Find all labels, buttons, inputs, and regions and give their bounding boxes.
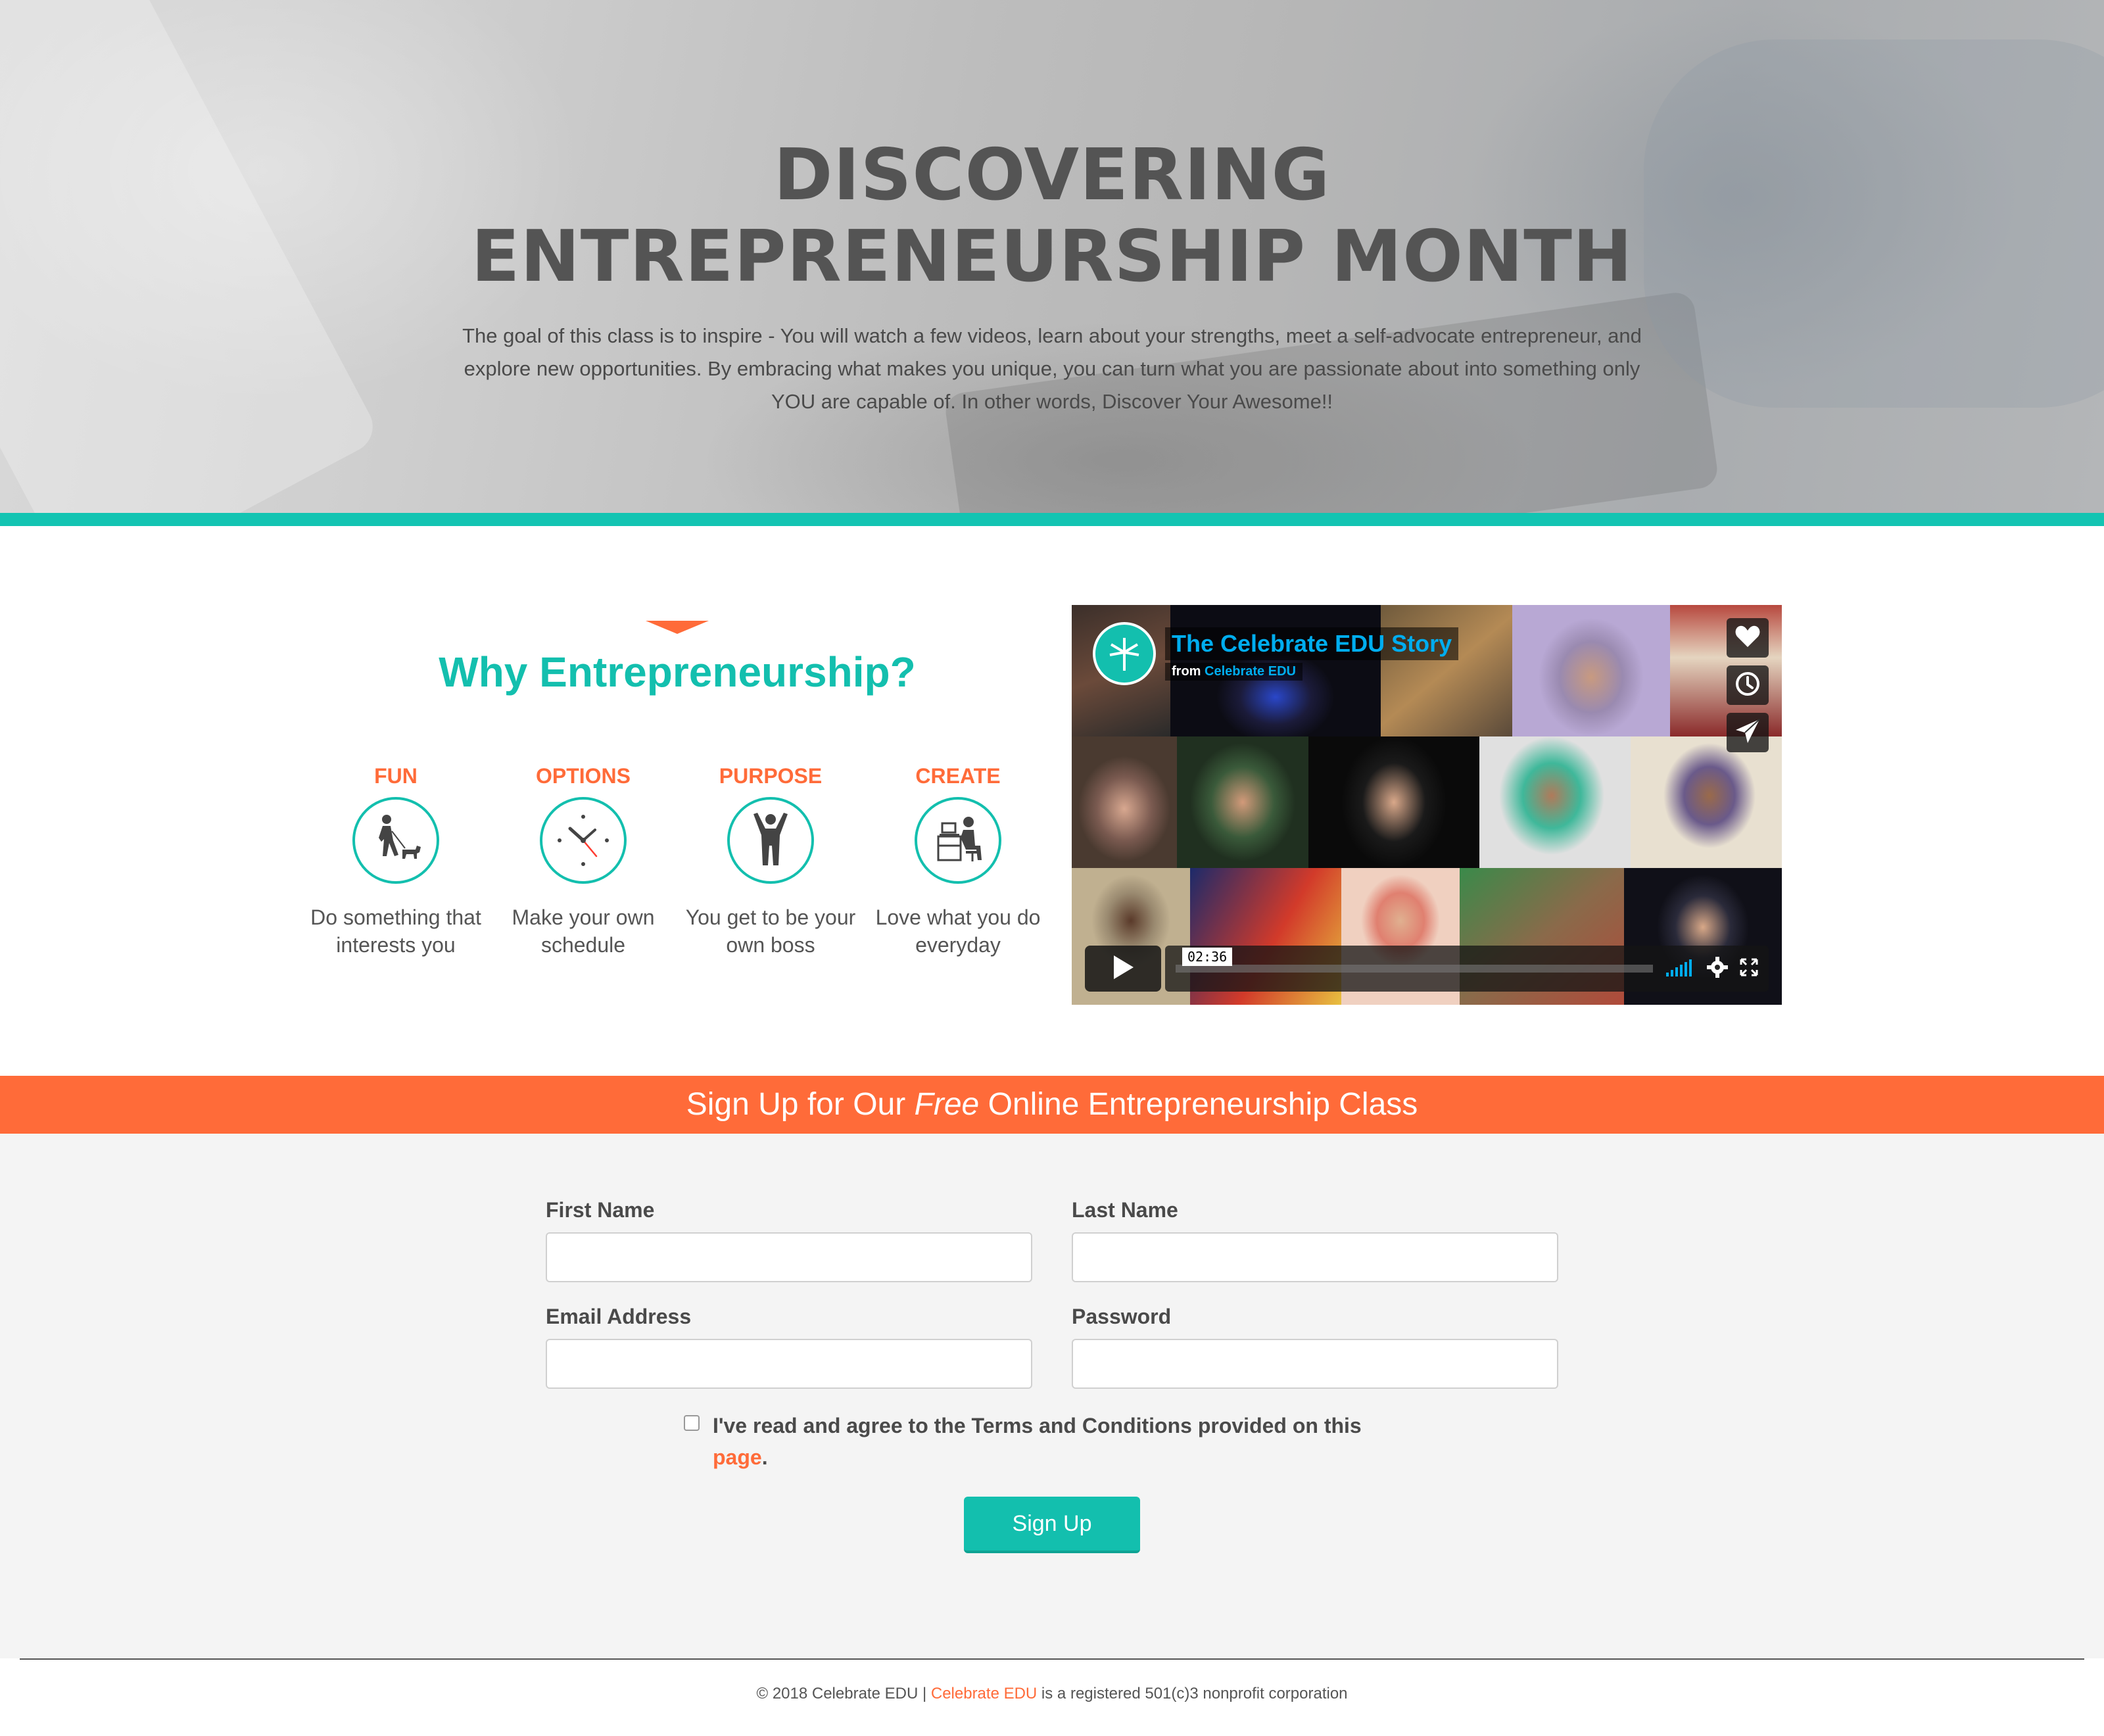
play-icon [1111,954,1135,984]
video-header: The Celebrate EDU Story from Celebrate E… [1093,618,1459,689]
terms-end: . [761,1445,768,1469]
video-player[interactable]: The Celebrate EDU Story from Celebrate E… [1072,605,1782,1005]
feature-text: Make your own schedule [512,905,655,957]
heart-icon [1734,625,1761,652]
first-name-group: First Name [546,1197,1032,1282]
clock-icon [1734,671,1761,700]
video-title-link[interactable]: The Celebrate EDU Story [1165,627,1459,660]
password-input[interactable] [1072,1339,1558,1389]
email-label: Email Address [546,1305,692,1328]
email-group: Email Address [546,1303,1032,1389]
feature-text: Love what you do everyday [875,905,1041,957]
video-collage-tile [1631,736,1782,868]
last-name-group: Last Name [1072,1197,1558,1282]
terms-agreement: I've read and agree to the Terms and Con… [684,1410,1407,1473]
video-channel-link[interactable]: Celebrate EDU [1205,664,1296,679]
feature-label: PURPOSE [719,764,823,788]
first-name-input[interactable] [546,1232,1032,1282]
fullscreen-icon[interactable] [1740,958,1758,980]
settings-icon[interactable] [1707,956,1728,981]
watch-later-button[interactable] [1727,665,1769,705]
hero-title: DISCOVERING ENTREPRENEURSHIP MONTH [0,135,2104,298]
terms-checkbox[interactable] [684,1415,700,1431]
why-title: Why Entrepreneurship? [439,648,916,696]
person-arms-raised-icon [727,797,814,884]
volume-icon[interactable] [1666,958,1695,980]
feature-options: OPTIONS Make your own schedule [491,763,675,959]
play-button[interactable] [1085,946,1161,992]
hero-title-line2: ENTREPRENEURSHIP MONTH [471,216,1633,298]
hero-section: DISCOVERING ENTREPRENEURSHIP MONTH The g… [0,0,2104,513]
feature-create: CREATE Love what you do everyday [866,763,1050,959]
feature-text: You get to be your own boss [685,905,856,957]
video-duration: 02:36 [1182,948,1233,966]
banner-text-free: Free [914,1087,980,1122]
video-collage-tile [1177,736,1308,868]
terms-statement: I've read and agree to the Terms and Con… [713,1414,1362,1437]
footer-divider [20,1658,2084,1660]
celebrate-edu-logo-icon[interactable] [1093,622,1156,685]
video-collage-tile [1072,736,1177,868]
terms-text: I've read and agree to the Terms and Con… [713,1410,1407,1473]
password-group: Password [1072,1303,1558,1389]
person-at-desk-icon [915,797,1001,884]
password-label: Password [1072,1305,1172,1328]
hero-description: The goal of this class is to inspire - Y… [462,324,1642,413]
clock-icon [540,797,627,884]
signup-form [0,1134,2104,1658]
video-from-line: from Celebrate EDU [1165,662,1303,681]
footer-suffix: is a registered 501(c)3 nonprofit corpor… [1037,1685,1348,1702]
video-collage-tile [1479,736,1631,868]
video-progress-track[interactable]: 02:36 [1176,948,1653,973]
video-controls: 02:36 [1085,946,1769,992]
feature-label: CREATE [915,764,1001,788]
video-collage-tile [1308,736,1479,868]
feature-text: Do something that interests you [310,905,481,957]
share-button[interactable] [1727,713,1769,752]
like-button[interactable] [1727,618,1769,658]
footer-brand-link[interactable]: Celebrate EDU [931,1685,1037,1702]
banner-text-post: Online Entrepreneurship Class [979,1087,1418,1122]
send-icon [1734,718,1761,748]
first-name-label: First Name [546,1198,655,1222]
video-control-icons [1666,956,1758,981]
feature-fun: FUN Do something that interests you [304,763,488,959]
hero-title-line1: DISCOVERING [773,134,1331,216]
hero-accent-bar [0,513,2104,526]
section-arrow-marker [646,621,709,634]
terms-page-link[interactable]: page [713,1445,762,1469]
banner-text-pre: Sign Up for Our [686,1087,915,1122]
last-name-input[interactable] [1072,1232,1558,1282]
person-walking-dog-icon [352,797,439,884]
video-progress-area: 02:36 [1165,946,1769,992]
video-collage-tile [1512,605,1670,736]
last-name-label: Last Name [1072,1198,1178,1222]
video-from-prefix: from [1172,663,1201,679]
footer: © 2018 Celebrate EDU | Celebrate EDU is … [0,1685,2104,1703]
feature-purpose: PURPOSE You get to be your own boss [679,763,863,959]
footer-copyright: © 2018 Celebrate EDU | [756,1685,931,1702]
video-title-box: The Celebrate EDU Story from Celebrate E… [1165,627,1459,681]
sign-up-button[interactable]: Sign Up [964,1497,1140,1553]
feature-label: FUN [374,764,418,788]
feature-label: OPTIONS [535,764,631,788]
email-input[interactable] [546,1339,1032,1389]
signup-banner: Sign Up for Our Free Online Entrepreneur… [0,1076,2104,1134]
